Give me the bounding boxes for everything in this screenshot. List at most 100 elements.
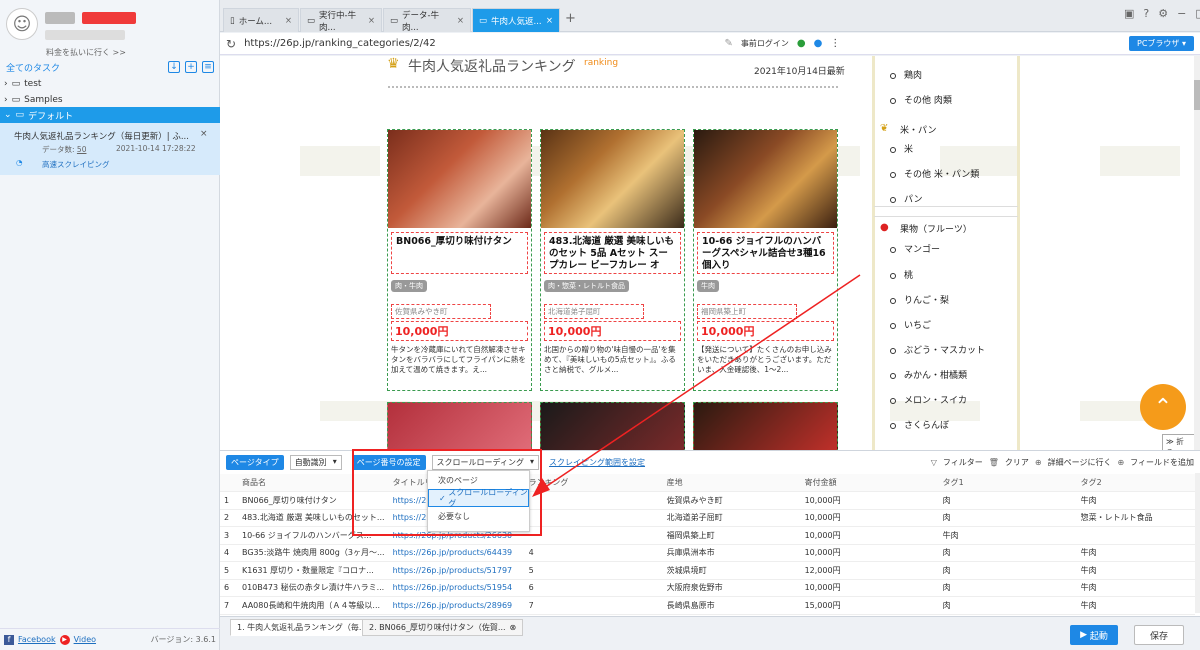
reload-icon[interactable]: ↻ — [226, 37, 236, 51]
add-task-icon[interactable]: + — [185, 61, 197, 73]
category-item[interactable]: 桃 — [890, 268, 913, 281]
category-item[interactable]: みかん・柑橘類 — [890, 368, 967, 381]
folder-icon: ▭ — [11, 79, 21, 89]
product-tag: 肉・牛肉 — [391, 280, 427, 292]
close-icon[interactable]: × — [457, 16, 464, 26]
save-button[interactable]: 保存 — [1134, 625, 1184, 645]
new-tab-icon[interactable]: + — [565, 11, 576, 26]
close-icon[interactable]: × — [546, 16, 553, 26]
detail-button[interactable]: 詳細ページに行く — [1048, 457, 1112, 468]
table-row[interactable]: 5 K1631 厚切り・数量限定『コロナ... https://26p.jp/pro… — [220, 561, 1195, 580]
folder-default[interactable]: ⌄ ▭ デフォルト — [0, 107, 220, 123]
help-icon[interactable]: ? — [1143, 7, 1149, 20]
data-count[interactable]: 50 — [77, 145, 87, 154]
link-icon[interactable]: ⊕ — [1035, 458, 1042, 467]
divider — [874, 206, 1018, 207]
more-icon[interactable]: ⋮ — [830, 38, 840, 49]
scrollbar-thumb[interactable] — [1194, 80, 1200, 110]
start-button[interactable]: ▶ 起動 — [1070, 625, 1118, 645]
add-field-button[interactable]: フィールドを追加 — [1130, 457, 1194, 468]
trash-icon[interactable]: 🗑 — [989, 458, 999, 467]
facebook-link[interactable]: Facebook — [18, 635, 56, 644]
gift-icon[interactable]: ▣ — [1124, 7, 1134, 20]
add-icon[interactable]: ⊕ — [1117, 458, 1124, 467]
table-row[interactable]: 6 010B473 秘伝の赤タレ漬け牛ハラミ... https://26p.jp/p… — [220, 579, 1195, 597]
table-row[interactable]: 7 AA080長崎和牛焼肉用（Ａ４等級以... https://26p.jp/pro… — [220, 596, 1195, 615]
page-type-select[interactable]: 自動識別 ▾ — [289, 454, 342, 470]
video-link[interactable]: Video — [74, 635, 96, 644]
category-item[interactable]: りんご・梨 — [890, 293, 949, 306]
filter-icon[interactable]: ▽ — [931, 458, 937, 467]
table-cell: K1631 厚切り・数量限定『コロナ... — [238, 561, 389, 580]
select-value: 自動識別 — [294, 457, 327, 467]
scrollbar[interactable] — [1194, 56, 1200, 450]
table-cell: 10,000円 — [800, 544, 939, 562]
pc-browser-button[interactable]: PCブラウザ ▾ — [1129, 36, 1194, 51]
category-item[interactable]: メロン・スイカ — [890, 393, 967, 406]
bottom-tab[interactable]: 1. 牛肉人気返礼品ランキング（毎... — [230, 619, 374, 636]
table-cell: 肉 — [938, 579, 1077, 597]
bottom-tab[interactable]: 2. BN066_厚切り味付けタン（佐賀... ⊗ — [362, 619, 524, 636]
category-item[interactable]: 米 — [890, 142, 913, 155]
all-tasks-label[interactable]: 全てのタスク — [6, 61, 60, 74]
tab-data[interactable]: ▭ データ-牛肉... × — [383, 8, 471, 33]
table-cell: 福岡県築上町 — [662, 526, 801, 545]
maximize-icon[interactable]: □ — [1195, 7, 1200, 20]
pay-link[interactable]: 料金を払いに行く >> — [46, 47, 126, 58]
product-title: 483.北海道 厳選 美味しいものセット 5品 Aセット スープカレー ビーフカ… — [544, 232, 681, 274]
username-blur — [45, 12, 75, 24]
category-heading[interactable]: 果物（フルーツ） — [900, 222, 972, 235]
tab-running[interactable]: ▭ 実行中-牛肉... × — [300, 8, 382, 33]
minimize-icon[interactable]: − — [1177, 7, 1186, 20]
scroll-top-icon[interactable]: ⌃ — [1140, 384, 1186, 430]
extension-icon[interactable]: ● — [797, 38, 806, 49]
close-icon[interactable]: × — [285, 16, 292, 26]
category-item[interactable]: ぶどう・マスカット — [890, 343, 985, 356]
tab-ranking[interactable]: ▭ 牛肉人気返... × — [472, 8, 560, 32]
row-index-header — [220, 474, 238, 492]
category-item[interactable]: さくらんぼ — [890, 418, 949, 431]
table-cell: 牛肉 — [1076, 491, 1195, 510]
category-item[interactable]: 鶏肉 — [890, 68, 922, 81]
category-item[interactable]: その他 米・パン類 — [890, 167, 979, 180]
folder-label: Samples — [24, 95, 63, 105]
folder-samples[interactable]: › ▭ Samples — [0, 92, 220, 108]
table-cell: 長崎県島原市 — [662, 596, 801, 615]
import-icon[interactable]: ↓ — [168, 61, 180, 73]
video-icon: ▶ — [59, 634, 70, 645]
table-cell: 兵庫県洲本市 — [662, 544, 801, 562]
page-type-label: ページタイプ — [226, 454, 284, 470]
column-header[interactable]: タグ1 — [938, 474, 1077, 492]
dropdown-option[interactable]: 必要なし — [428, 507, 529, 525]
task-item[interactable]: 牛肉人気返礼品ランキング（毎日更新）| ふ... × データ数: 50 2021… — [0, 123, 220, 175]
url-field[interactable]: https://26p.jp/ranking_categories/2/42 — [244, 38, 436, 49]
close-icon[interactable]: ⊗ — [510, 623, 517, 632]
category-item[interactable]: その他 肉類 — [890, 93, 952, 106]
clear-button[interactable]: クリア — [1005, 457, 1029, 468]
close-icon[interactable]: × — [200, 129, 208, 139]
filter-button[interactable]: フィルター — [943, 457, 983, 468]
settings-icon[interactable]: ⚙ — [1158, 7, 1168, 20]
fold-button[interactable]: ≫ 折る — [1162, 434, 1195, 450]
category-item[interactable]: いちご — [890, 318, 931, 331]
facebook-icon: f — [4, 634, 14, 645]
category-item[interactable]: マンゴー — [890, 242, 940, 255]
product-card[interactable]: BN066_厚切り味付けタン 肉・牛肉 佐賀県みやき町 10,000円 牛タンを… — [387, 129, 532, 391]
row-index: 7 — [220, 596, 238, 615]
user-icon[interactable]: ● — [814, 38, 823, 49]
column-header[interactable]: タグ2 — [1076, 474, 1195, 492]
table-scrollbar[interactable] — [1195, 473, 1200, 613]
tab-home[interactable]: ▯ ホーム... × — [223, 8, 299, 32]
category-item[interactable]: パン — [890, 192, 922, 205]
table-row[interactable]: 4 BG35:淡路牛 焼肉用 800g（3ヶ月～... https://26p.jp… — [220, 544, 1195, 562]
table-cell: 15,000円 — [800, 596, 939, 615]
login-button[interactable]: 事前ログイン — [741, 38, 789, 49]
category-heading[interactable]: 米・パン — [900, 123, 936, 136]
table-cell: AA080長崎和牛焼肉用（Ａ４等級以... — [238, 596, 389, 615]
edit-icon[interactable]: ✎ — [724, 38, 732, 49]
list-icon[interactable]: ≡ — [202, 61, 214, 73]
folder-test[interactable]: › ▭ test — [0, 76, 220, 92]
dropdown-option-selected[interactable]: ✓ スクロールローディング — [428, 488, 529, 508]
avatar[interactable]: ☺ — [6, 8, 38, 40]
close-icon[interactable]: × — [368, 16, 375, 26]
